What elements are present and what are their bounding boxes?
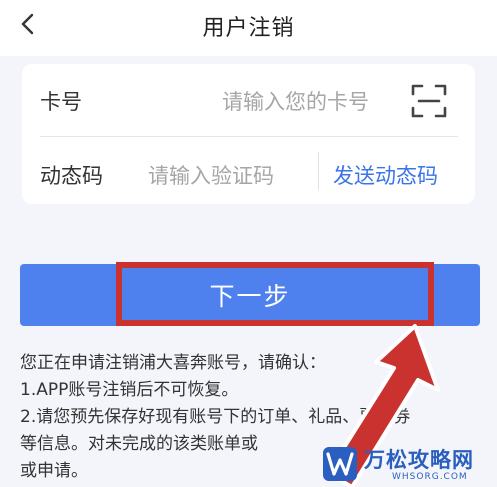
vertical-divider — [318, 152, 319, 190]
card-number-label: 卡号 — [40, 90, 82, 114]
top-bar: 用户注销 — [0, 0, 497, 56]
dynamic-code-label: 动态码 — [40, 164, 103, 188]
send-code-button[interactable]: 发送动态码 — [333, 160, 438, 190]
row-divider — [40, 136, 458, 137]
notice-line: 您正在申请注销浦大喜奔账号，请确认： — [20, 353, 326, 373]
notice-line: 2.请您预先保存好现有账号下的订单、礼品、票、券 — [20, 407, 411, 427]
watermark-logo-icon — [323, 447, 357, 481]
watermark-subtitle: WHSORG.COM — [392, 472, 468, 482]
scan-icon[interactable] — [410, 82, 448, 120]
next-step-button[interactable]: 下一步 — [20, 264, 480, 326]
notice-line: 1.APP账号注销后不可恢复。 — [20, 380, 239, 400]
dynamic-code-input[interactable]: 请输入验证码 — [148, 160, 274, 190]
watermark-title: 万松攻略网 — [364, 448, 474, 472]
watermark: 万松攻略网 WHSORG.COM — [322, 444, 497, 487]
page-title: 用户注销 — [202, 16, 295, 41]
card-number-input[interactable]: 请输入您的卡号 — [222, 86, 369, 116]
form-card: 卡号 请输入您的卡号 动态码 请输入验证码 发送动态码 — [22, 64, 475, 204]
